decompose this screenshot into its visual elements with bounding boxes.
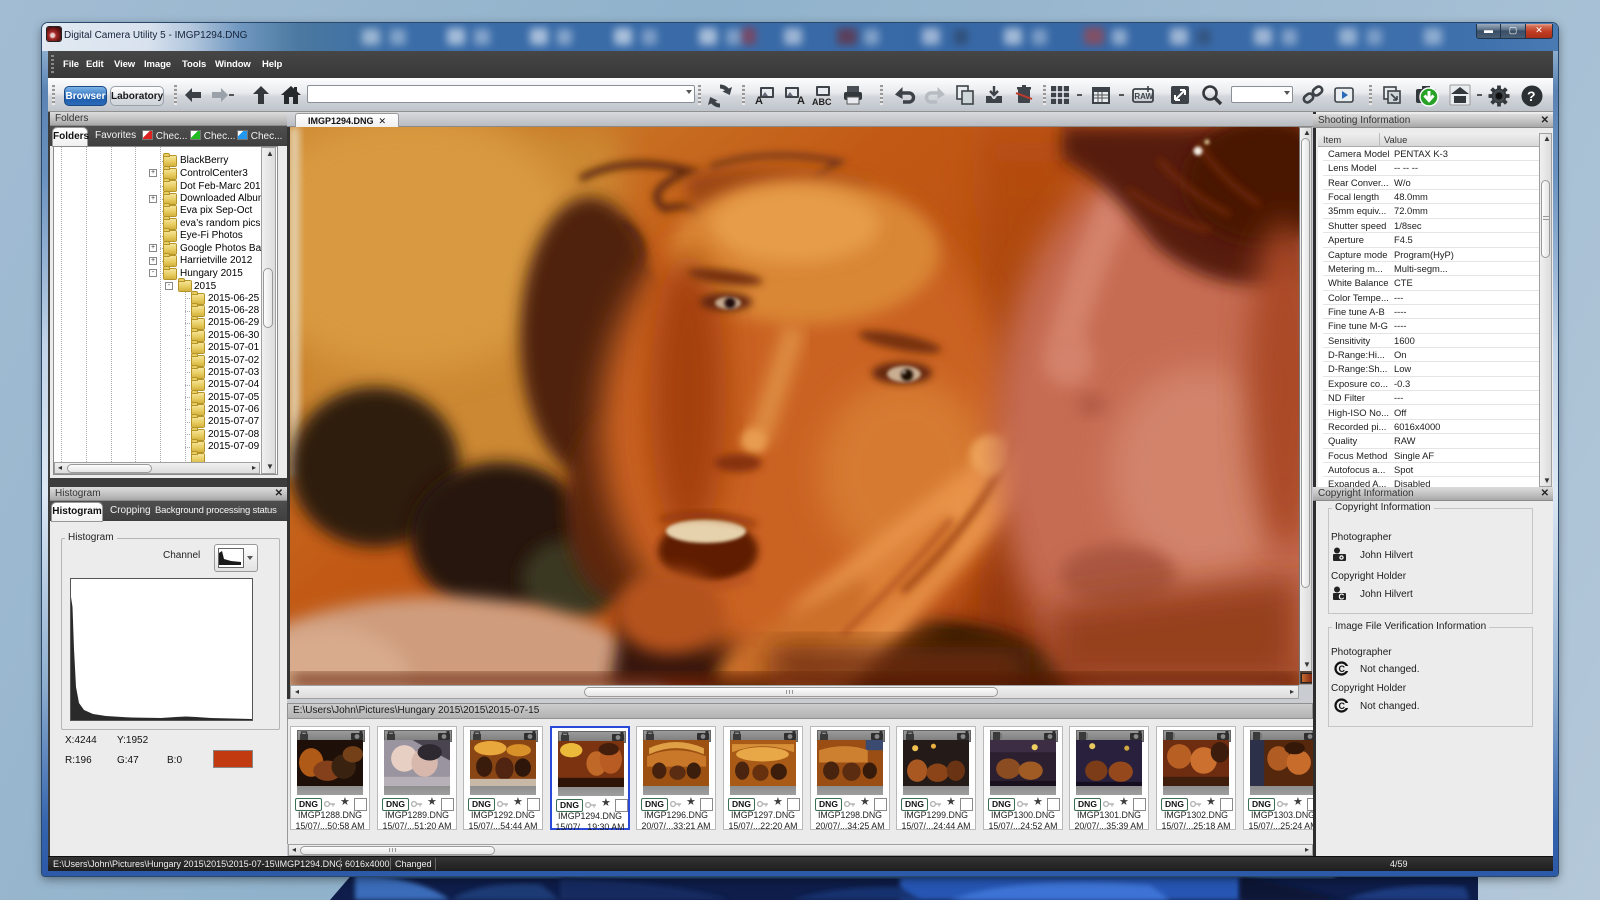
svg-text:ABC: ABC bbox=[812, 97, 832, 107]
svg-text:RAW: RAW bbox=[1134, 92, 1153, 101]
svg-text:C: C bbox=[1339, 593, 1345, 602]
svg-text:C: C bbox=[1339, 701, 1346, 711]
svg-text:C: C bbox=[1339, 664, 1346, 674]
svg-text:A: A bbox=[755, 95, 763, 107]
svg-text:?: ? bbox=[1527, 88, 1536, 104]
svg-text:A: A bbox=[797, 95, 805, 107]
